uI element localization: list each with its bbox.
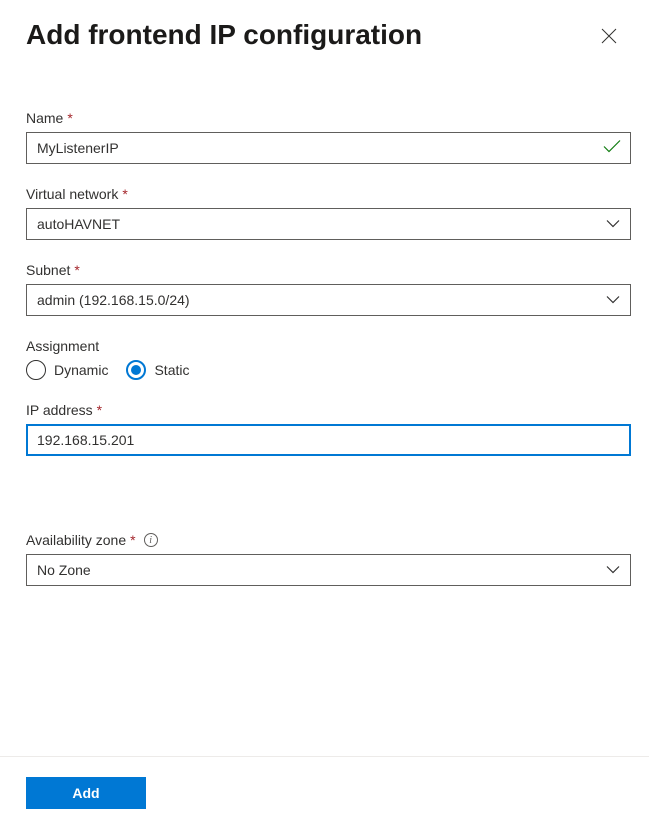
virtual-network-value: autoHAVNET	[37, 216, 120, 232]
virtual-network-select[interactable]: autoHAVNET	[26, 208, 631, 240]
form-scroll-region[interactable]: Name* Virtual network* autoHAVNET Subnet…	[0, 80, 649, 735]
checkmark-icon	[603, 140, 621, 157]
required-asterisk: *	[74, 262, 79, 278]
panel-title: Add frontend IP configuration	[26, 18, 422, 52]
footer: Add	[0, 756, 649, 829]
required-asterisk: *	[97, 402, 102, 418]
required-asterisk: *	[130, 532, 135, 548]
subnet-label: Subnet*	[26, 262, 631, 278]
field-availability-zone: Availability zone* i No Zone	[26, 532, 631, 586]
field-ip-address: IP address*	[26, 402, 631, 456]
radio-dynamic-label: Dynamic	[54, 362, 108, 378]
info-icon[interactable]: i	[144, 533, 158, 547]
availability-zone-label: Availability zone* i	[26, 532, 631, 548]
required-asterisk: *	[122, 186, 127, 202]
add-button[interactable]: Add	[26, 777, 146, 809]
subnet-select[interactable]: admin (192.168.15.0/24)	[26, 284, 631, 316]
close-button[interactable]	[595, 22, 623, 50]
availability-zone-select[interactable]: No Zone	[26, 554, 631, 586]
assignment-radio-group: Dynamic Static	[26, 360, 631, 380]
name-input[interactable]	[26, 132, 631, 164]
close-icon	[601, 28, 617, 44]
radio-icon	[26, 360, 46, 380]
radio-icon	[126, 360, 146, 380]
radio-static-label: Static	[154, 362, 189, 378]
chevron-down-icon	[606, 296, 620, 305]
field-virtual-network: Virtual network* autoHAVNET	[26, 186, 631, 240]
chevron-down-icon	[606, 220, 620, 229]
radio-dynamic[interactable]: Dynamic	[26, 360, 108, 380]
field-subnet: Subnet* admin (192.168.15.0/24)	[26, 262, 631, 316]
field-name: Name*	[26, 110, 631, 164]
ip-address-input[interactable]	[26, 424, 631, 456]
required-asterisk: *	[67, 110, 72, 126]
subnet-value: admin (192.168.15.0/24)	[37, 292, 190, 308]
chevron-down-icon	[606, 566, 620, 575]
field-assignment: Assignment Dynamic Static	[26, 338, 631, 380]
name-label: Name*	[26, 110, 631, 126]
availability-zone-value: No Zone	[37, 562, 91, 578]
virtual-network-label: Virtual network*	[26, 186, 631, 202]
ip-address-label: IP address*	[26, 402, 631, 418]
radio-static[interactable]: Static	[126, 360, 189, 380]
assignment-label: Assignment	[26, 338, 631, 354]
